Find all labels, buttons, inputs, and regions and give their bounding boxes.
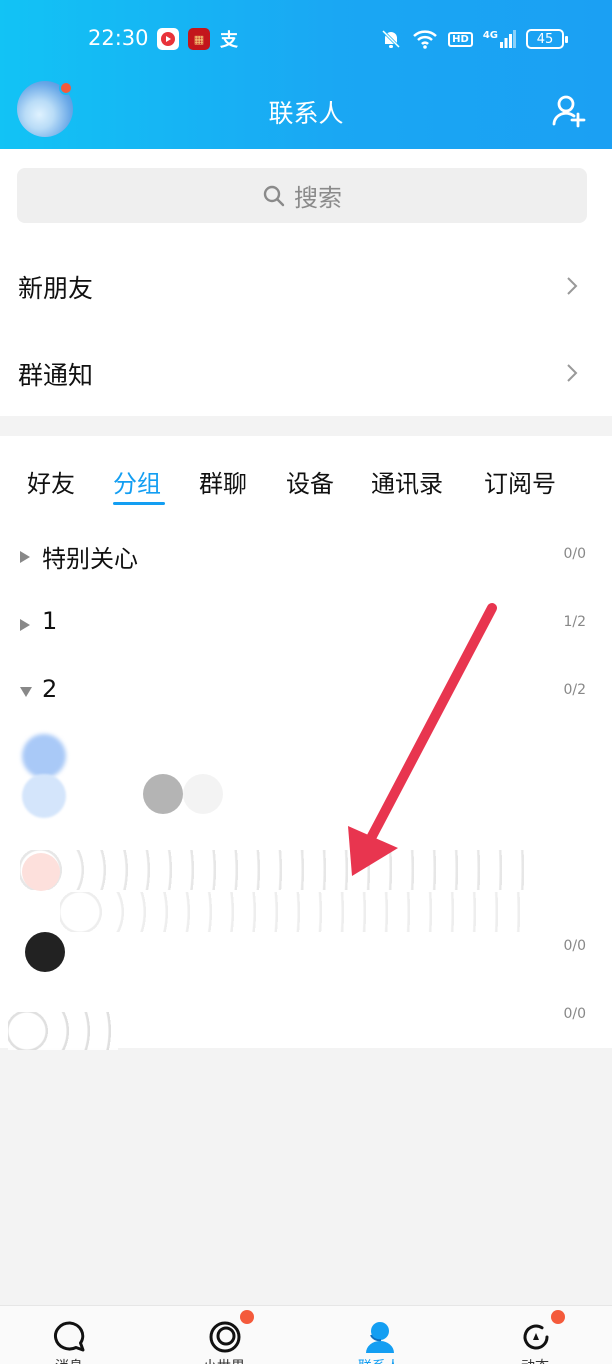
privacy-mask-strip [60, 892, 530, 932]
tab-devices[interactable]: 设备 [286, 464, 334, 499]
nav-label: 小世界 [174, 1356, 274, 1364]
status-time: 22:30 [88, 26, 149, 50]
blurred-avatar [22, 734, 66, 778]
row-label: 群通知 [18, 361, 94, 390]
chevron-right-icon [567, 364, 578, 382]
blurred-avatar [183, 774, 223, 814]
bottom-navigation: 消息 小世界 联系人 动态 [0, 1305, 612, 1364]
nav-label: 动态 [485, 1356, 585, 1364]
nav-small-world[interactable]: 小世界 [174, 1306, 274, 1364]
battery-icon: 45 [526, 29, 568, 49]
privacy-mask-strip [8, 1012, 118, 1050]
tab-address-book[interactable]: 通讯录 [371, 464, 443, 499]
group-name: 1 [42, 607, 58, 635]
wifi-icon [413, 30, 438, 49]
nav-label: 消息 [19, 1356, 119, 1364]
mute-bell-icon [382, 29, 401, 49]
status-bar: 22:30 ▦ 支 HD 4G 45 [0, 0, 612, 78]
search-input[interactable]: 搜索 [17, 168, 587, 223]
row-new-friends[interactable]: 新朋友 [0, 244, 612, 330]
triangle-down-icon [20, 687, 32, 697]
header-bar: 22:30 ▦ 支 HD 4G 45 联系人 [0, 0, 612, 149]
nav-badge-dot [240, 1310, 254, 1324]
signal-icon [500, 30, 516, 48]
active-tab-indicator [113, 502, 165, 505]
hidden-row-count: 0/0 [563, 938, 586, 954]
nav-badge-dot [551, 1310, 565, 1324]
signal-indicator: 4G [483, 30, 516, 48]
nav-activity[interactable]: 动态 [485, 1306, 585, 1364]
group-name: 特别关心 [42, 545, 138, 573]
add-contact-button[interactable] [552, 94, 586, 128]
hd-badge: HD [448, 31, 473, 47]
annotation-arrow [348, 603, 497, 876]
page-title: 联系人 [268, 99, 344, 128]
search-icon [263, 185, 285, 206]
status-indicators: HD 4G 45 [380, 26, 568, 52]
row-label: 新朋友 [18, 274, 94, 303]
network-type: 4G [482, 30, 498, 41]
group-2[interactable]: 2 0/2 [0, 662, 612, 722]
group-count: 0/2 [563, 682, 586, 698]
contacts-tabs: 好友 分组 群聊 设备 通讯录 订阅号 [0, 456, 612, 506]
triangle-right-icon [20, 551, 30, 563]
blurred-avatar [143, 774, 183, 814]
search-placeholder: 搜索 [294, 184, 342, 212]
group-name: 2 [42, 675, 58, 703]
activity-icon [523, 1324, 549, 1350]
obscured-contacts-area [0, 720, 612, 1050]
alipay-icon: 支 [220, 30, 238, 51]
blurred-avatar [22, 853, 60, 891]
tab-groups[interactable]: 分组 [113, 464, 161, 499]
add-person-icon [552, 95, 586, 128]
tab-group-chats[interactable]: 群聊 [199, 464, 247, 499]
chevron-right-icon [567, 277, 578, 295]
triangle-right-icon [20, 619, 30, 631]
battery-level: 45 [536, 31, 554, 47]
world-icon [209, 1321, 241, 1353]
tab-friends[interactable]: 好友 [27, 464, 75, 499]
nav-messages[interactable]: 消息 [19, 1306, 119, 1364]
row-group-notifications[interactable]: 群通知 [0, 331, 612, 417]
section-divider [0, 416, 612, 436]
avatar-badge-dot [59, 81, 73, 95]
group-count: 0/0 [563, 546, 586, 562]
chat-bubble-icon [54, 1321, 85, 1352]
media-icon [157, 28, 179, 50]
group-count: 1/2 [563, 614, 586, 630]
nav-contacts[interactable]: 联系人 [329, 1306, 429, 1364]
contacts-icon [366, 1322, 394, 1353]
blurred-avatar [22, 774, 66, 818]
group-special-care[interactable]: 特别关心 0/0 [0, 526, 612, 586]
news-icon: ▦ [188, 28, 210, 50]
nav-label: 联系人 [329, 1356, 429, 1364]
blurred-avatar [25, 932, 65, 972]
hidden-row-count: 0/0 [563, 1006, 586, 1022]
group-1[interactable]: 1 1/2 [0, 594, 612, 654]
tab-subscriptions[interactable]: 订阅号 [484, 464, 556, 499]
